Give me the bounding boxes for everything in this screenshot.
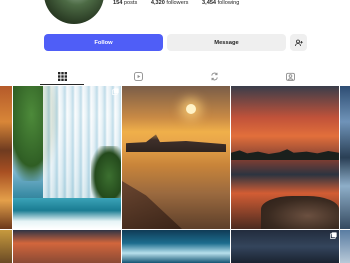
post-image-trees xyxy=(231,149,339,160)
grid-post[interactable] xyxy=(231,86,339,229)
post-image-town xyxy=(126,134,226,152)
grid-post[interactable] xyxy=(13,86,121,229)
tagged-icon xyxy=(285,72,295,81)
followers-label: followers xyxy=(166,0,189,6)
following-count: 3,454 xyxy=(202,0,217,6)
grid-post[interactable] xyxy=(122,86,230,229)
grid-post[interactable] xyxy=(122,230,230,263)
active-tab-indicator xyxy=(40,84,84,85)
following-label: following xyxy=(217,0,240,6)
following-stat[interactable]: 3,454 following xyxy=(202,0,245,6)
tab-tagged[interactable] xyxy=(284,70,296,82)
post-image-rocks xyxy=(261,196,339,229)
posts-label: posts xyxy=(123,0,138,6)
tab-reposts[interactable] xyxy=(208,70,220,82)
grid-post[interactable] xyxy=(13,230,121,263)
multiple-posts-icon xyxy=(112,88,119,95)
followers-count: 4,320 xyxy=(150,0,165,6)
post-image-sun xyxy=(186,104,196,114)
followers-stat[interactable]: 4,320 followers xyxy=(151,0,195,6)
post-image-pool xyxy=(13,198,121,229)
person-add-icon xyxy=(294,39,303,46)
add-user-button[interactable] xyxy=(290,34,307,51)
follow-button[interactable]: Follow xyxy=(44,34,163,51)
post-image-shore xyxy=(122,181,182,229)
profile-tabs xyxy=(0,66,350,86)
multiple-posts-icon xyxy=(330,232,337,239)
message-button[interactable]: Message xyxy=(167,34,286,51)
post-image-foliage xyxy=(91,146,121,206)
grid-post[interactable] xyxy=(340,86,350,229)
tab-reels[interactable] xyxy=(132,70,144,82)
tab-posts[interactable] xyxy=(56,70,68,82)
grid-post[interactable] xyxy=(340,230,350,263)
posts-count: 154 xyxy=(113,0,123,6)
grid-post[interactable] xyxy=(231,230,339,263)
grid-post[interactable] xyxy=(0,230,12,263)
grid-icon xyxy=(57,71,67,81)
repost-icon xyxy=(210,72,218,80)
profile-stats: 154 posts 4,320 followers 3,454 followin… xyxy=(113,0,251,6)
posts-stat[interactable]: 154 posts xyxy=(113,0,143,6)
avatar[interactable] xyxy=(44,0,104,24)
reels-icon xyxy=(133,71,143,81)
grid-post[interactable] xyxy=(0,86,12,229)
